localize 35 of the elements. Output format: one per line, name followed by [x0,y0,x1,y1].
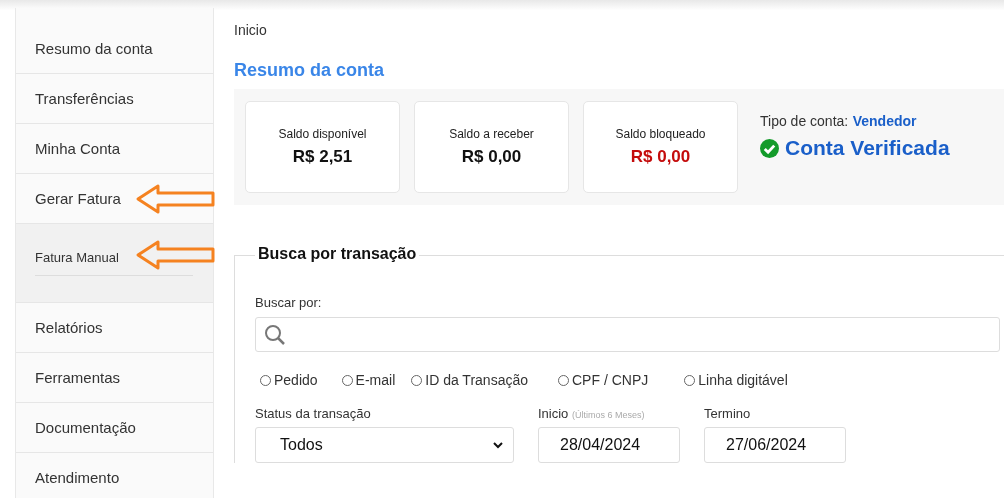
account-type-label: Tipo de conta: [760,113,849,129]
breadcrumb[interactable]: Inicio [234,22,1004,38]
radio-option[interactable]: Pedido [260,372,318,388]
sidebar-item[interactable]: Minha Conta [16,124,213,174]
date-field[interactable]: 28/04/2024 [538,427,680,463]
field-label: Inicio (Últimos 6 Meses) [538,406,646,421]
search-field[interactable] [255,317,1000,352]
balance-value: R$ 0,00 [461,147,522,167]
balance-value: R$ 2,51 [292,147,353,167]
page-title: Resumo da conta [234,60,386,81]
radio-option[interactable]: E-mail [341,372,396,388]
sidebar-item[interactable]: Transferências [16,74,213,124]
field-label: Buscar por: [255,295,322,310]
sidebar-item[interactable]: Documentação [16,403,213,453]
radio-option[interactable]: Linha digitável [684,372,788,388]
submenu-item[interactable]: Fatura Manual [35,250,193,276]
field-label: Status da transação [255,406,372,421]
sidebar-item[interactable]: Resumo da conta [16,24,213,74]
field-label: Termino [704,406,752,421]
date-field[interactable]: 27/06/2024 [704,427,846,463]
balance-label: Saldo bloqueado [615,127,706,141]
sidebar-item[interactable]: Ferramentas [16,353,213,403]
status-dropdown[interactable]: Todos [255,427,514,463]
balance-value: R$ 0,00 [630,147,691,167]
search-icon [264,323,286,346]
account-type-value: Vendedor [852,113,917,129]
sidebar-item[interactable]: Atendimento [16,453,213,498]
account-status: Conta Verificada [785,136,950,160]
radio-option[interactable]: ID da Transação [411,372,528,388]
radio-option[interactable]: CPF / CNPJ [558,372,649,388]
balance-label: Saldo a receber [449,127,534,141]
balance-label: Saldo disponível [278,127,367,141]
chevron-down-icon [493,441,503,449]
sidebar-item[interactable]: Relatórios [16,303,213,353]
section-title: Busca por transação [255,245,420,263]
